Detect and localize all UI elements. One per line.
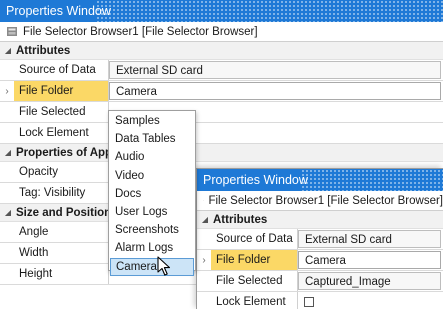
- row-pointer-icon: ›: [0, 81, 14, 101]
- section-properties-of-app[interactable]: ◢ Properties of App: [0, 144, 443, 162]
- section-attributes[interactable]: ◢ Attributes: [197, 211, 443, 229]
- section-label: Attributes: [213, 213, 268, 226]
- property-name: Lock Element: [211, 292, 298, 309]
- lock-element-value[interactable]: [298, 292, 443, 309]
- dropdown-option[interactable]: Docs: [109, 185, 195, 203]
- file-selected-value[interactable]: Captured_Image: [298, 272, 441, 290]
- title-bar-grip: [301, 169, 443, 191]
- row-pointer-icon: ›: [197, 250, 211, 270]
- collapse-triangle-icon[interactable]: ◢: [197, 211, 213, 229]
- dropdown-option[interactable]: Screenshots: [109, 221, 195, 239]
- property-name: File Selected: [14, 102, 109, 122]
- object-title: File Selector Browser1 [File Selector Br…: [208, 194, 443, 207]
- dropdown-option[interactable]: User Logs: [109, 203, 195, 221]
- section-label: Attributes: [16, 44, 71, 57]
- checkbox-icon[interactable]: [304, 296, 314, 307]
- section-attributes[interactable]: ◢ Attributes: [0, 42, 443, 60]
- title-bar-grip: [96, 0, 443, 22]
- dropdown-option[interactable]: Samples: [109, 112, 195, 130]
- properties-window-popup: Properties Window File Selector Browser1…: [196, 168, 443, 309]
- object-icon: [7, 27, 17, 36]
- dropdown-option[interactable]: Video: [109, 167, 195, 185]
- collapse-triangle-icon[interactable]: ◢: [0, 42, 16, 60]
- property-name: Width: [14, 243, 109, 263]
- dropdown-option[interactable]: Audio: [109, 148, 195, 166]
- property-name: Tag: Visibility: [14, 183, 109, 203]
- property-name: File Folder: [211, 250, 298, 270]
- property-name: File Folder: [14, 81, 109, 101]
- property-name: Opacity: [14, 162, 109, 182]
- object-title: File Selector Browser1 [File Selector Br…: [23, 25, 258, 38]
- property-name: Lock Element: [14, 123, 109, 143]
- row-file-selected[interactable]: File Selected: [0, 102, 443, 123]
- window-title: Properties Window: [203, 173, 308, 187]
- property-name: File Selected: [211, 271, 298, 291]
- source-of-data-value[interactable]: External SD card: [109, 61, 441, 79]
- row-file-folder[interactable]: › File Folder Camera: [0, 81, 443, 102]
- dropdown-option[interactable]: Alarm Logs: [109, 239, 195, 257]
- property-name: Source of Data: [211, 229, 298, 249]
- row-lock-element[interactable]: Lock Element: [0, 123, 443, 144]
- dropdown-option-hovered[interactable]: Camera: [110, 257, 194, 276]
- file-folder-dropdown[interactable]: Camera: [298, 251, 441, 269]
- property-name: Source of Data: [14, 60, 109, 80]
- collapse-triangle-icon[interactable]: ◢: [0, 144, 16, 162]
- mouse-cursor-icon: [157, 256, 171, 276]
- row-source-of-data[interactable]: Source of Data External SD card: [0, 60, 443, 81]
- dropdown-option[interactable]: Data Tables: [109, 130, 195, 148]
- row-file-folder[interactable]: › File Folder Camera: [197, 250, 443, 271]
- row-file-selected[interactable]: File Selected Captured_Image: [197, 271, 443, 292]
- file-folder-dropdown-list[interactable]: Samples Data Tables Audio Video Docs Use…: [108, 110, 196, 276]
- object-selector[interactable]: File Selector Browser1 [File Selector Br…: [0, 22, 443, 42]
- row-lock-element[interactable]: Lock Element: [197, 292, 443, 309]
- section-label: Size and Position: [16, 206, 112, 219]
- section-label: Properties of App: [16, 146, 113, 159]
- property-name: Height: [14, 264, 109, 284]
- file-folder-dropdown[interactable]: Camera: [109, 82, 441, 100]
- property-name: Angle: [14, 222, 109, 242]
- object-selector[interactable]: File Selector Browser1 [File Selector Br…: [197, 191, 443, 211]
- window-title-bar[interactable]: Properties Window: [0, 0, 443, 22]
- source-of-data-value[interactable]: External SD card: [298, 230, 441, 248]
- collapse-triangle-icon[interactable]: ◢: [0, 204, 16, 222]
- window-title-bar[interactable]: Properties Window: [197, 169, 443, 191]
- row-source-of-data[interactable]: Source of Data External SD card: [197, 229, 443, 250]
